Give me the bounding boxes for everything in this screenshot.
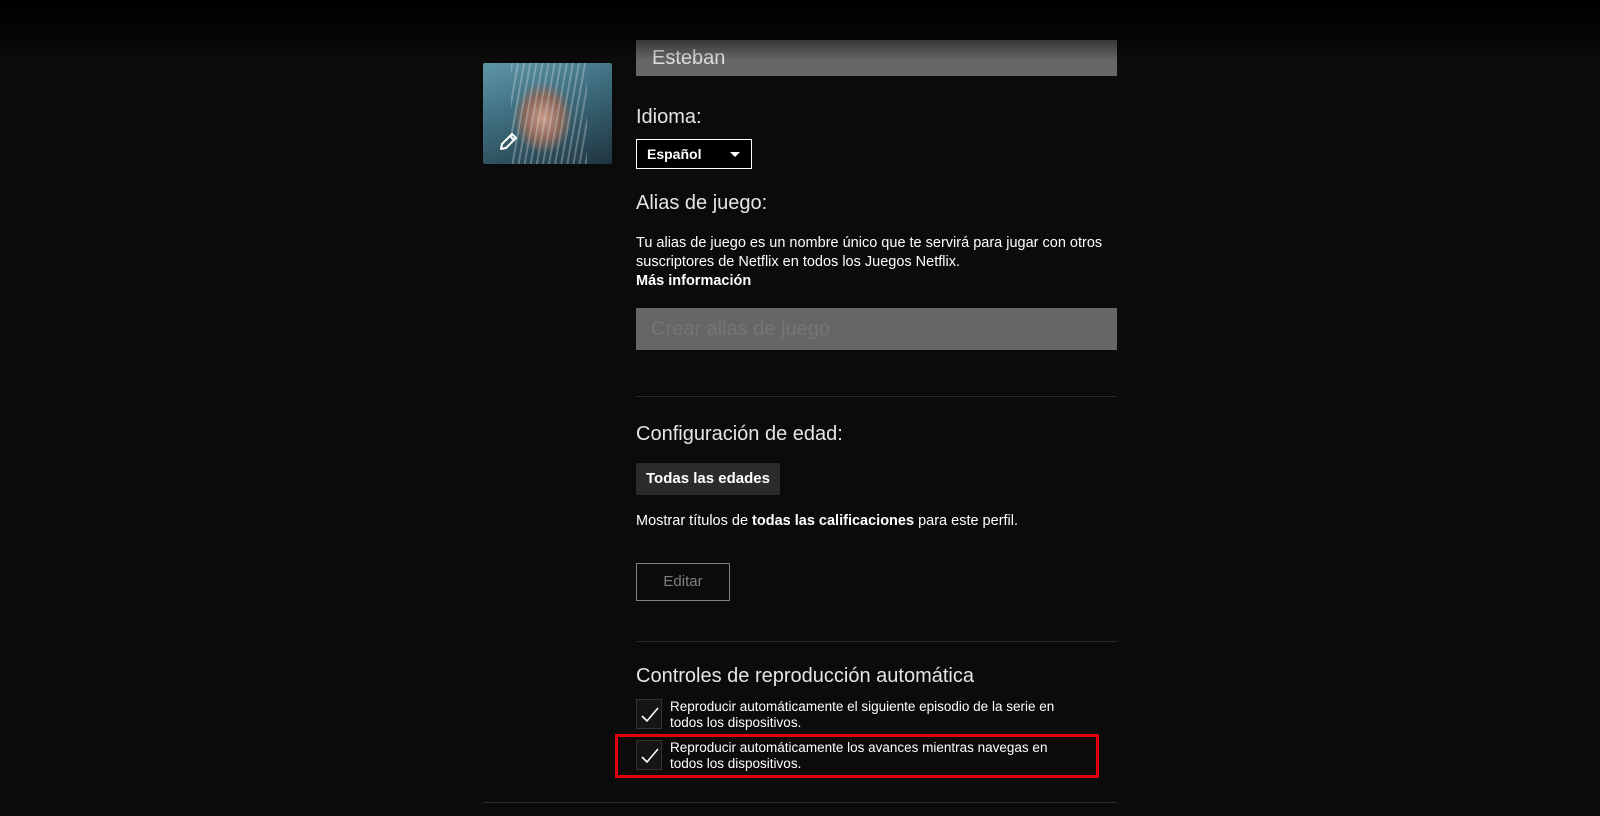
- game-alias-description: Tu alias de juego es un nombre único que…: [636, 234, 1116, 291]
- autoplay-previews-label: Reproducir automáticamente los avances m…: [670, 740, 1048, 771]
- language-select[interactable]: Español: [636, 139, 752, 169]
- autoplay-previews-checkbox[interactable]: [636, 740, 662, 770]
- edit-age-button[interactable]: Editar: [636, 563, 730, 601]
- section-divider: [636, 396, 1117, 397]
- age-desc-bold: todas las calificaciones: [752, 513, 915, 529]
- checkmark-icon: [641, 748, 659, 764]
- top-fade-overlay: [0, 0, 1600, 60]
- bottom-divider: [483, 802, 1117, 803]
- profile-avatar[interactable]: [483, 63, 612, 164]
- caret-down-icon: [730, 152, 740, 157]
- age-rating-badge: Todas las edades: [636, 463, 780, 495]
- age-settings-description: Mostrar títulos de todas las calificacio…: [636, 513, 1018, 529]
- game-alias-description-text: Tu alias de juego es un nombre único que…: [636, 235, 1103, 270]
- autoplay-next-episode-label: Reproducir automáticamente el siguiente …: [670, 699, 1055, 730]
- avatar-image-detail: [511, 63, 587, 164]
- game-alias-input[interactable]: [636, 308, 1117, 350]
- age-settings-heading: Configuración de edad:: [636, 423, 843, 445]
- section-divider: [636, 641, 1117, 642]
- game-alias-heading: Alias de juego:: [636, 192, 768, 214]
- more-info-link[interactable]: Más información: [636, 272, 1116, 291]
- pencil-icon[interactable]: [497, 129, 521, 153]
- checkmark-icon: [641, 707, 659, 723]
- language-label: Idioma:: [636, 106, 702, 128]
- autoplay-heading: Controles de reproducción automática: [636, 665, 974, 687]
- age-desc-prefix: Mostrar títulos de: [636, 513, 753, 529]
- language-selected-value: Español: [647, 146, 702, 162]
- autoplay-next-episode-checkbox[interactable]: [636, 699, 662, 729]
- age-desc-suffix: para este perfil.: [914, 513, 1019, 529]
